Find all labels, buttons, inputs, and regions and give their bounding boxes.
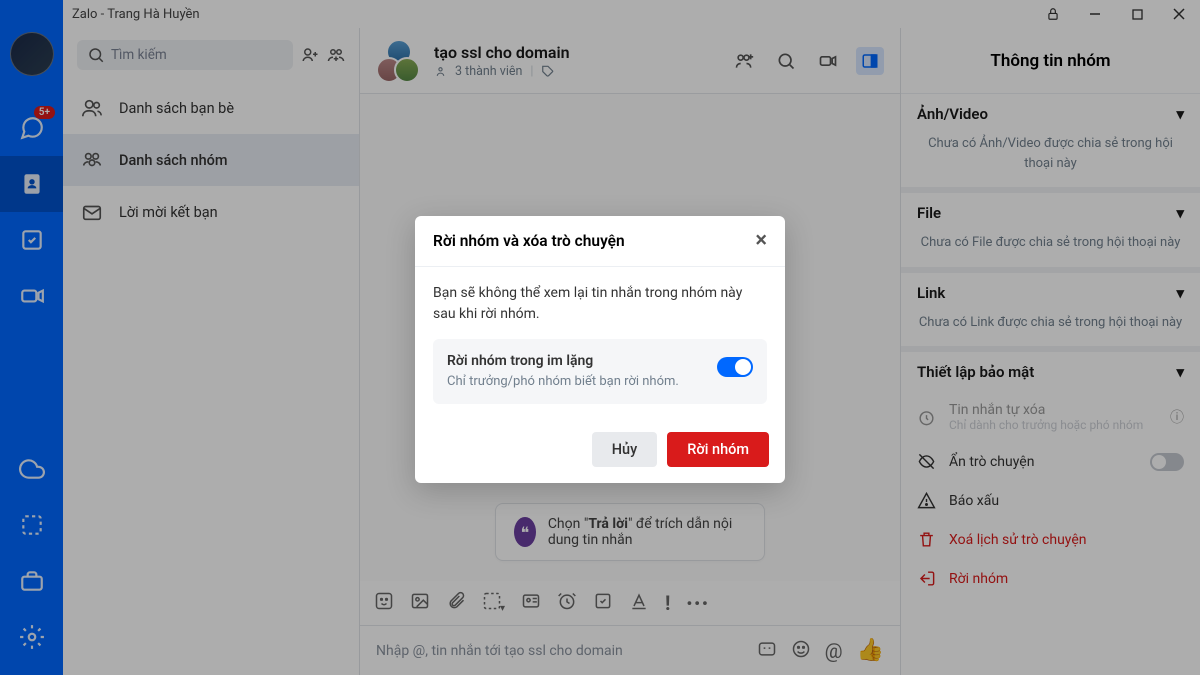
silent-leave-option: Rời nhóm trong im lặng Chỉ trưởng/phó nh…	[433, 339, 767, 404]
modal-title: Rời nhóm và xóa trò chuyện	[433, 232, 625, 250]
confirm-leave-button[interactable]: Rời nhóm	[667, 432, 769, 467]
leave-group-modal: Rời nhóm và xóa trò chuyện × Bạn sẽ khôn…	[415, 216, 785, 483]
modal-body-text: Bạn sẽ không thể xem lại tin nhắn trong …	[433, 283, 767, 325]
modal-close-icon[interactable]: ×	[755, 230, 767, 252]
cancel-button[interactable]: Hủy	[592, 432, 657, 467]
silent-leave-toggle[interactable]	[717, 357, 753, 377]
